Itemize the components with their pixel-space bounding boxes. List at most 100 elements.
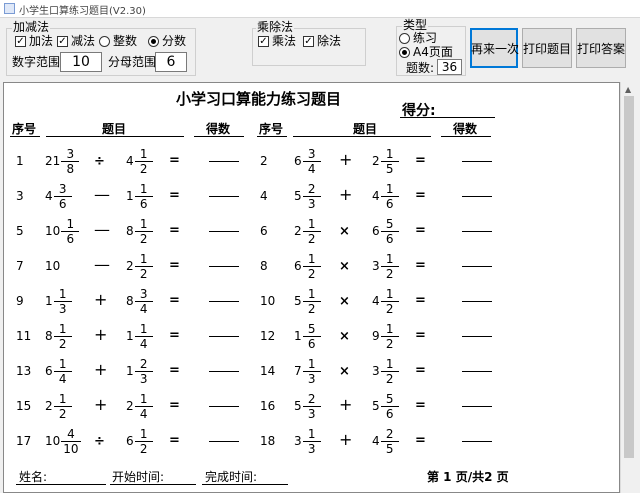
count-label: 题数: (406, 61, 435, 75)
fraction: 56 (380, 392, 399, 421)
mixed-number: 512 (294, 283, 321, 319)
integer-radio[interactable]: 整数 (99, 34, 137, 48)
scroll-up-icon[interactable]: ▲ (625, 85, 631, 94)
print-questions-button[interactable]: 打印题目 (522, 28, 572, 68)
denominator: 3 (307, 406, 316, 421)
name-line (16, 484, 106, 485)
whole-part: 5 (372, 399, 380, 413)
whole-part: 1 (294, 329, 302, 343)
question-number: 18 (260, 434, 276, 448)
fraction: 23 (302, 182, 321, 211)
mixed-number: 912 (372, 318, 399, 354)
den-range-input[interactable]: 6 (155, 52, 187, 72)
answer-blank[interactable] (462, 231, 492, 232)
whole-part: 9 (372, 329, 380, 343)
sub-checkbox[interactable]: ✓ 减法 (57, 34, 95, 48)
mixed-number: 212 (294, 213, 321, 249)
mixed-number: 556 (372, 388, 399, 424)
equals-sign: = (415, 293, 426, 308)
answer-blank[interactable] (462, 441, 492, 442)
header-question-right: 题目 (353, 122, 378, 136)
mul-checkbox[interactable]: ✓ 乘法 (258, 34, 296, 48)
operator: + (339, 430, 353, 449)
question-number: 6 (260, 224, 268, 238)
print-answers-button[interactable]: 打印答案 (576, 28, 626, 68)
name-label: 姓名: (19, 470, 48, 484)
answer-blank[interactable] (462, 161, 492, 162)
whole-part: 3 (372, 259, 380, 273)
denominator: 3 (307, 371, 316, 386)
practice-radio[interactable]: 练习 (399, 31, 437, 45)
fraction: 12 (380, 287, 399, 316)
count-input[interactable]: 36 (437, 59, 462, 75)
denominator: 6 (385, 196, 394, 211)
fraction: 12 (302, 251, 321, 281)
page-indicator: 第 1 页/共2 页 (427, 470, 509, 484)
practice-radio-dot (399, 32, 410, 44)
denominator: 4 (307, 161, 316, 176)
div-checkbox[interactable]: ✓ 除法 (303, 34, 341, 48)
equals-sign: = (415, 188, 426, 203)
denominator: 5 (385, 441, 394, 456)
fraction-radio[interactable]: 分数 (148, 34, 186, 48)
operator: × (339, 294, 350, 309)
answer-blank[interactable] (462, 336, 492, 337)
denominator: 6 (385, 231, 394, 246)
numerator: 1 (385, 251, 394, 266)
add-checkbox[interactable]: ✓ 加法 (15, 34, 53, 48)
worksheet: 小学习口算能力练习题目 得分: 序号 题目 得数 序号 题目 得数 1 21 3 8 ÷… (3, 82, 620, 493)
operator: + (339, 185, 353, 204)
header-score-right: 得数 (453, 122, 478, 136)
header-score-left: 得数 (206, 122, 231, 136)
add-label: 加法 (29, 34, 54, 48)
fraction-radio-dot (148, 35, 159, 47)
mixed-number: 656 (372, 213, 399, 249)
denominator: 2 (385, 371, 394, 386)
div-check-mark: ✓ (303, 35, 314, 47)
fraction: 13 (302, 357, 321, 386)
a4-radio[interactable]: A4页面 (399, 45, 453, 59)
end-time-label: 完成时间: (205, 470, 258, 484)
question-number: 2 (260, 154, 268, 168)
question-row: 10 5 1 2 × 4 1 2 = (4, 283, 619, 319)
fraction: 12 (380, 357, 399, 386)
scrollbar-thumb[interactable] (624, 96, 634, 458)
answer-blank[interactable] (462, 301, 492, 302)
mixed-number: 634 (294, 143, 321, 179)
equals-sign: = (415, 328, 426, 343)
operator: × (339, 364, 350, 379)
numerator: 1 (307, 251, 316, 266)
whole-part: 4 (372, 434, 380, 448)
answer-blank[interactable] (462, 406, 492, 407)
whole-part: 2 (294, 224, 302, 238)
equals-sign: = (415, 433, 426, 448)
sub-check-mark: ✓ (57, 35, 68, 47)
question-row: 2 6 3 4 +2 1 5 = (4, 143, 619, 179)
whole-part: 4 (372, 294, 380, 308)
answer-blank[interactable] (462, 266, 492, 267)
equals-sign: = (415, 153, 426, 168)
mixed-number: 523 (294, 388, 321, 424)
question-number: 10 (260, 294, 276, 308)
vertical-scrollbar[interactable]: ▲ (620, 82, 637, 493)
again-button[interactable]: 再来一次 (470, 28, 519, 68)
mixed-number: 312 (372, 353, 399, 389)
header-line (257, 136, 287, 137)
mixed-number: 523 (294, 178, 321, 214)
denominator: 6 (385, 406, 394, 421)
num-range-label: 数字范围: (12, 55, 65, 69)
num-range-input[interactable]: 10 (60, 52, 102, 72)
whole-part: 3 (372, 364, 380, 378)
header-line (194, 136, 244, 137)
app-icon (4, 3, 15, 14)
header-no-left: 序号 (12, 122, 37, 136)
type-group-label: 类型 (402, 18, 429, 32)
score-line (400, 117, 495, 118)
sheet-title: 小学习口算能力练习题目 (176, 90, 342, 108)
answer-blank[interactable] (462, 196, 492, 197)
denominator: 2 (307, 266, 316, 281)
fraction: 12 (302, 287, 321, 316)
question-row: 18 3 1 3 +4 2 5 = (4, 423, 619, 459)
answer-blank[interactable] (462, 371, 492, 372)
numerator: 1 (385, 181, 394, 196)
